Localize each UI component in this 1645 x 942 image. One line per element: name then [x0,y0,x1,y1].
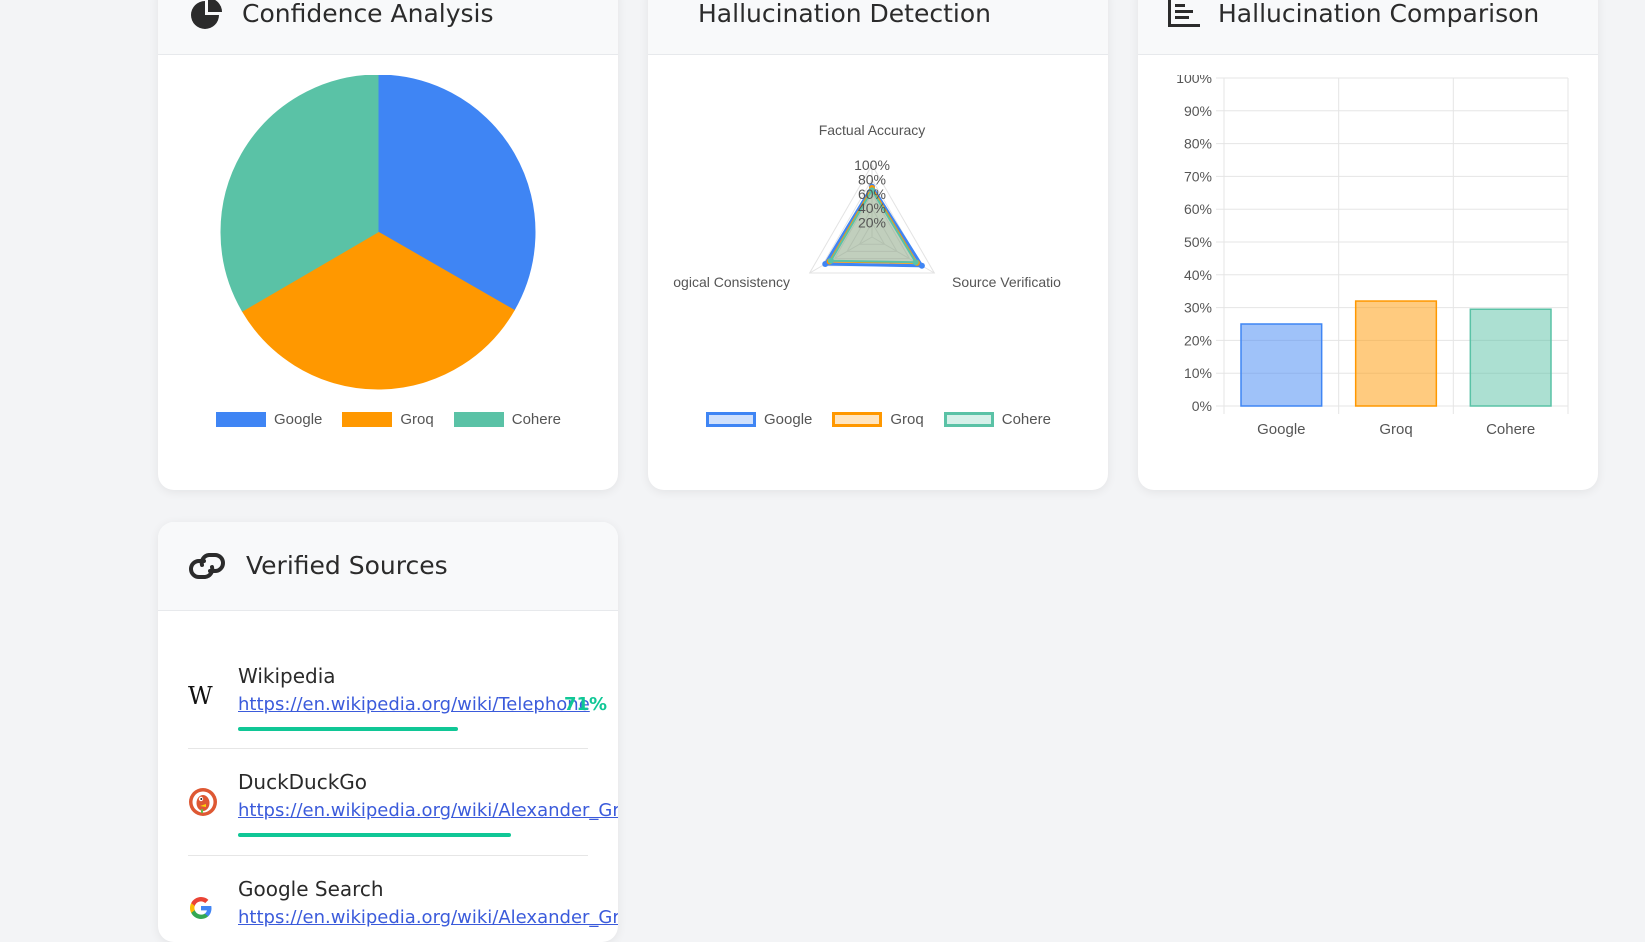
source-link[interactable]: https://en.wikipedia.org/wiki/Telephone [238,694,590,715]
source-link[interactable]: https://en.wikipedia.org/wiki/Alexander_… [238,907,618,928]
legend-item[interactable]: Cohere [943,411,1051,428]
source-score: 71% [564,694,608,715]
bar-y-tick-label: 0% [1192,398,1212,414]
legend-swatch [943,412,994,427]
card-title: Hallucination Detection [698,0,991,28]
bar-y-tick-label: 100% [1176,75,1212,86]
radar-tick-label: 60% [858,186,886,202]
legend-swatch [342,412,393,427]
legend-item[interactable]: Groq [832,411,924,428]
pie-chart-icon [188,0,222,37]
google-icon [188,895,214,926]
hallucination-bar-chart: 0% 10% 20% 30% 40% 50% 60% 70% 80% 90% 100% Google G… [1176,75,1569,438]
bar-x-tick-label: Groq [1379,421,1412,438]
bar-x-tick-label: Google [1257,421,1305,438]
card-title: Verified Sources [246,551,448,580]
legend-label: Groq [400,411,434,428]
source-link[interactable]: https://en.wikipedia.org/wiki/Alexander_… [238,800,618,821]
legend-label: Cohere [1001,411,1051,428]
chart-legend: Google Groq Cohere [706,411,1071,428]
radar-axis-label: Source Verificatio [952,274,1061,290]
source-item-wikipedia: W Wikipedia https://en.wikipedia.org/wik… [188,664,607,744]
divider [188,748,588,749]
card-header: Hallucination Detection [648,0,1108,55]
legend-label: Cohere [511,411,561,428]
legend-label: Groq [890,411,924,428]
bar-y-tick-label: 30% [1184,300,1212,316]
source-name: Google Search [238,877,384,901]
source-confidence-bar [238,833,511,837]
source-name: DuckDuckGo [238,770,368,794]
bar-google[interactable] [1240,323,1323,407]
radar-axis-label: Factual Accuracy [819,122,926,138]
source-item-google-search: Google Search https://en.wikipedia.org/w… [188,877,618,942]
card-title: Confidence Analysis [242,0,494,28]
bar-y-tick-label: 80% [1184,136,1212,152]
bar-x-tick-label: Cohere [1486,421,1535,438]
legend-item[interactable]: Google [706,411,812,428]
hallucination-detection-card: Hallucination Detection 20% 40% 60% 80% 100%… [648,0,1108,490]
card-header: Verified Sources [158,522,618,611]
bar-y-tick-label: 60% [1184,201,1212,217]
wikipedia-icon: W [188,682,213,710]
link-icon [188,551,226,586]
bar-y-tick-label: 20% [1184,332,1212,348]
source-name: Wikipedia [238,664,336,688]
source-item-duckduckgo: DuckDuckGo https://en.wikipedia.org/wiki… [188,770,618,850]
radar-axis-label: ogical Consistency [673,274,790,290]
radar-tick-label: 80% [858,171,886,187]
bar-y-tick-label: 50% [1184,234,1212,250]
bar-y-tick-label: 40% [1184,267,1212,283]
card-header: Confidence Analysis [158,0,618,55]
duckduckgo-icon [188,787,218,822]
card-header: Hallucination Comparison [1138,0,1598,55]
legend-swatch [706,412,756,427]
legend-item[interactable]: Google [216,411,322,428]
bar-y-tick-label: 70% [1184,168,1212,184]
radar-point[interactable] [912,259,919,266]
card-title: Hallucination Comparison [1218,0,1540,28]
bar-chart-icon [1168,0,1200,33]
bar-y-tick-label: 90% [1184,103,1212,119]
bar-groq[interactable] [1354,300,1438,407]
verified-sources-card: Verified Sources W Wikipedia https://en.… [158,522,618,942]
source-confidence-bar [238,727,459,731]
legend-swatch [453,412,504,427]
legend-swatch [216,412,266,427]
legend-item[interactable]: Cohere [453,411,561,428]
bar-y-tick-label: 10% [1184,365,1212,381]
legend-item[interactable]: Groq [342,411,434,428]
radar-tick-label: 20% [858,215,886,231]
legend-swatch [832,412,883,427]
bar-cohere[interactable] [1469,308,1552,407]
radar-point[interactable] [827,257,834,264]
radar-tick-label: 40% [858,200,886,216]
radar-tick-label: 100% [854,157,890,173]
confidence-analysis-card: Confidence Analysis Google Groq Cohere [158,0,618,490]
divider [188,855,588,856]
chart-legend: Google Groq Cohere [216,411,581,428]
legend-label: Google [274,411,323,428]
legend-label: Google [764,411,813,428]
hallucination-comparison-card: Hallucination Comparison 0% 10% 20% 30% 40% 5… [1138,0,1598,490]
